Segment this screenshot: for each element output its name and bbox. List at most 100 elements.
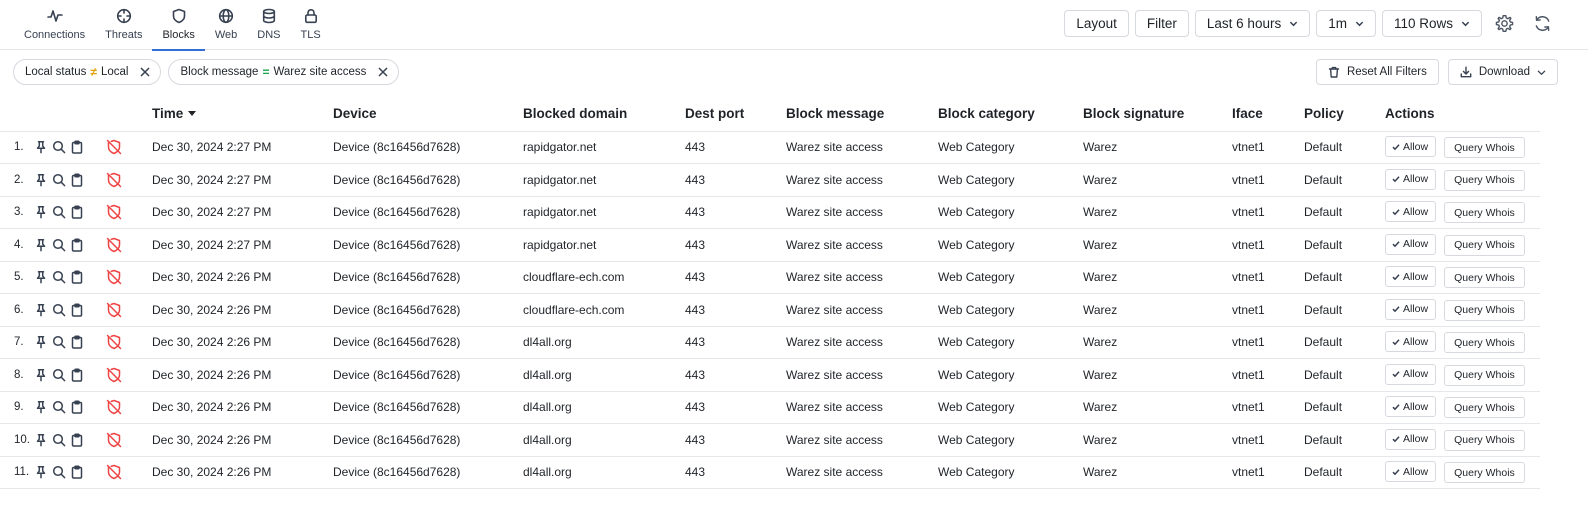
header-iface[interactable]: Iface	[1232, 97, 1304, 132]
blocked-domain-cell[interactable]: dl4all.org	[523, 391, 685, 424]
inspect-button[interactable]	[52, 238, 66, 252]
inspect-button[interactable]	[52, 433, 66, 447]
allow-button[interactable]: Allow	[1385, 298, 1437, 320]
interval-select[interactable]: 1m	[1316, 10, 1376, 37]
device-cell[interactable]: Device (8c16456d7628)	[333, 326, 523, 359]
blocked-domain-cell[interactable]: dl4all.org	[523, 456, 685, 489]
header-block-signature[interactable]: Block signature	[1083, 97, 1232, 132]
copy-button[interactable]	[70, 400, 84, 414]
device-cell[interactable]: Device (8c16456d7628)	[333, 358, 523, 392]
blocked-domain-cell[interactable]: rapidgator.net	[523, 196, 685, 229]
allow-button[interactable]: Allow	[1385, 396, 1437, 418]
copy-button[interactable]	[70, 140, 84, 154]
header-device[interactable]: Device	[333, 97, 523, 132]
tab-connections[interactable]: Connections	[14, 0, 95, 50]
allow-button[interactable]: Allow	[1385, 201, 1437, 223]
filter-chip-local-status[interactable]: Local status ≠ Local	[13, 59, 162, 85]
time-range-select[interactable]: Last 6 hours	[1194, 10, 1311, 37]
pin-button[interactable]	[34, 303, 48, 317]
header-time[interactable]: Time	[152, 97, 333, 132]
tab-dns[interactable]: DNS	[247, 0, 290, 50]
inspect-button[interactable]	[52, 205, 66, 219]
allow-button[interactable]: Allow	[1385, 266, 1437, 288]
header-dest-port[interactable]: Dest port	[685, 97, 786, 132]
pin-button[interactable]	[34, 238, 48, 252]
close-icon[interactable]	[378, 67, 388, 77]
allow-button[interactable]: Allow	[1385, 233, 1437, 255]
refresh-button[interactable]	[1526, 10, 1558, 37]
query-whois-button[interactable]: Query Whois	[1444, 267, 1525, 289]
inspect-button[interactable]	[52, 140, 66, 154]
download-button[interactable]: Download	[1447, 59, 1558, 85]
close-icon[interactable]	[140, 67, 150, 77]
query-whois-button[interactable]: Query Whois	[1444, 299, 1525, 321]
inspect-button[interactable]	[52, 368, 66, 382]
blocked-domain-cell[interactable]: rapidgator.net	[523, 228, 685, 262]
allow-button[interactable]: Allow	[1385, 363, 1437, 385]
inspect-button[interactable]	[52, 465, 66, 479]
allow-button[interactable]: Allow	[1385, 428, 1437, 450]
copy-button[interactable]	[70, 270, 84, 284]
copy-button[interactable]	[70, 433, 84, 447]
query-whois-button[interactable]: Query Whois	[1444, 429, 1525, 451]
tab-threats[interactable]: Threats	[95, 0, 152, 50]
allow-button[interactable]: Allow	[1385, 168, 1437, 190]
blocked-domain-cell[interactable]: dl4all.org	[523, 326, 685, 359]
device-cell[interactable]: Device (8c16456d7628)	[333, 228, 523, 262]
allow-button[interactable]: Allow	[1385, 331, 1437, 353]
device-cell[interactable]: Device (8c16456d7628)	[333, 423, 523, 457]
allow-button[interactable]: Allow	[1385, 136, 1437, 158]
blocked-domain-cell[interactable]: rapidgator.net	[523, 131, 685, 164]
copy-button[interactable]	[70, 465, 84, 479]
pin-button[interactable]	[34, 205, 48, 219]
inspect-button[interactable]	[52, 335, 66, 349]
device-cell[interactable]: Device (8c16456d7628)	[333, 456, 523, 489]
query-whois-button[interactable]: Query Whois	[1444, 234, 1525, 256]
device-cell[interactable]: Device (8c16456d7628)	[333, 391, 523, 424]
device-cell[interactable]: Device (8c16456d7628)	[333, 261, 523, 294]
query-whois-button[interactable]: Query Whois	[1444, 202, 1525, 224]
pin-button[interactable]	[34, 400, 48, 414]
inspect-button[interactable]	[52, 400, 66, 414]
filter-button[interactable]: Filter	[1134, 10, 1189, 37]
reset-filters-button[interactable]: Reset All Filters	[1315, 59, 1439, 85]
query-whois-button[interactable]: Query Whois	[1444, 397, 1525, 419]
blocked-domain-cell[interactable]: rapidgator.net	[523, 163, 685, 197]
blocked-domain-cell[interactable]: cloudflare-ech.com	[523, 293, 685, 327]
tab-web[interactable]: Web	[205, 0, 247, 50]
header-block-category[interactable]: Block category	[938, 97, 1083, 132]
pin-button[interactable]	[34, 335, 48, 349]
tab-blocks[interactable]: Blocks	[152, 0, 206, 51]
copy-button[interactable]	[70, 303, 84, 317]
copy-button[interactable]	[70, 335, 84, 349]
inspect-button[interactable]	[52, 173, 66, 187]
rows-select[interactable]: 110 Rows	[1381, 10, 1482, 37]
copy-button[interactable]	[70, 205, 84, 219]
pin-button[interactable]	[34, 173, 48, 187]
copy-button[interactable]	[70, 173, 84, 187]
pin-button[interactable]	[34, 140, 48, 154]
header-block-message[interactable]: Block message	[786, 97, 938, 132]
device-cell[interactable]: Device (8c16456d7628)	[333, 131, 523, 164]
device-cell[interactable]: Device (8c16456d7628)	[333, 293, 523, 327]
copy-button[interactable]	[70, 368, 84, 382]
device-cell[interactable]: Device (8c16456d7628)	[333, 163, 523, 197]
query-whois-button[interactable]: Query Whois	[1444, 169, 1525, 191]
query-whois-button[interactable]: Query Whois	[1444, 137, 1525, 159]
query-whois-button[interactable]: Query Whois	[1444, 462, 1525, 484]
header-blocked-domain[interactable]: Blocked domain	[523, 97, 685, 132]
pin-button[interactable]	[34, 368, 48, 382]
inspect-button[interactable]	[52, 270, 66, 284]
tab-tls[interactable]: TLS	[291, 0, 331, 50]
copy-button[interactable]	[70, 238, 84, 252]
header-policy[interactable]: Policy	[1304, 97, 1385, 132]
blocked-domain-cell[interactable]: dl4all.org	[523, 358, 685, 392]
query-whois-button[interactable]: Query Whois	[1444, 364, 1525, 386]
device-cell[interactable]: Device (8c16456d7628)	[333, 196, 523, 229]
layout-button[interactable]: Layout	[1064, 10, 1129, 37]
pin-button[interactable]	[34, 270, 48, 284]
pin-button[interactable]	[34, 433, 48, 447]
query-whois-button[interactable]: Query Whois	[1444, 332, 1525, 354]
filter-chip-block-message[interactable]: Block message = Warez site access	[168, 59, 400, 85]
settings-button[interactable]	[1488, 10, 1520, 37]
